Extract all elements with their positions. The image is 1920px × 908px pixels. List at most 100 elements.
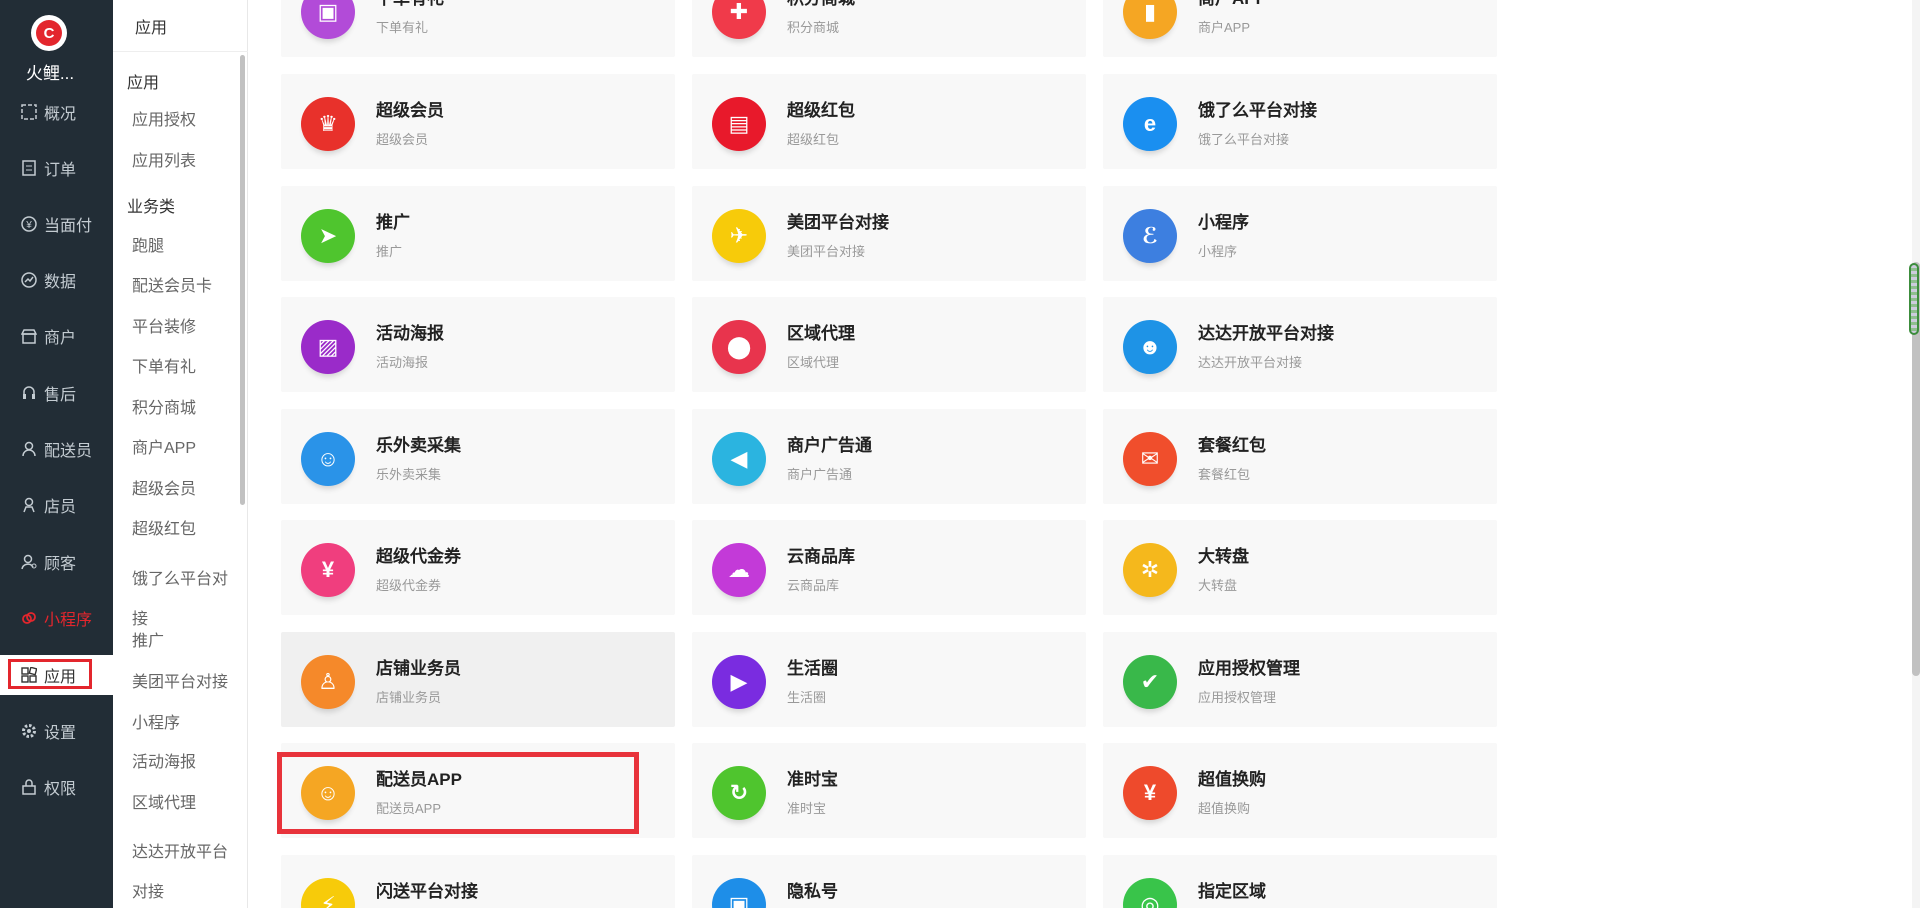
app-card[interactable]: ▤ 超级红包 超级红包: [692, 74, 1086, 169]
submenu-item[interactable]: 积分商城: [132, 398, 237, 420]
submenu-item[interactable]: 跑腿: [132, 236, 237, 258]
kangaroo-icon: ✈: [712, 209, 766, 263]
app-card[interactable]: ↻ 准时宝 准时宝: [692, 743, 1086, 838]
app-card[interactable]: ▣ 隐私号: [692, 855, 1086, 908]
app-card-title: 乐外卖采集: [376, 436, 461, 455]
submenu-item[interactable]: 小程序: [132, 713, 237, 735]
nav-item-apps[interactable]: 应用: [0, 655, 113, 695]
submenu-item[interactable]: 超级红包: [132, 519, 237, 541]
app-card[interactable]: ▨ 活动海报 活动海报: [281, 297, 675, 392]
app-card-desc: 小程序: [1198, 244, 1238, 259]
app-card[interactable]: ☻ 达达开放平台对接 达达开放平台对接: [1103, 297, 1497, 392]
submenu-item[interactable]: 推广: [132, 631, 237, 653]
nav-item-overview[interactable]: 概况: [0, 92, 113, 132]
app-card-title: 超级会员: [376, 101, 444, 120]
app-card-desc: 乐外卖采集: [376, 467, 442, 482]
nav-item-facepay[interactable]: ¥ 当面付: [0, 204, 113, 244]
app-card-desc: 下单有礼: [376, 20, 429, 35]
app-card-desc: 商户广告通: [787, 467, 853, 482]
poster-icon: ▨: [301, 320, 355, 374]
submenu-item[interactable]: 区域代理: [132, 793, 237, 815]
nav-item-permission[interactable]: 权限: [0, 767, 113, 807]
app-card-title: 区域代理: [787, 324, 855, 343]
submenu-item-auth[interactable]: 应用授权: [132, 110, 237, 132]
app-card-title: 套餐红包: [1198, 436, 1266, 455]
app-card[interactable]: ▮ 商户APP 商户APP: [1103, 0, 1497, 57]
app-card[interactable]: e 饿了么平台对接 饿了么平台对接: [1103, 74, 1497, 169]
app-card[interactable]: ◎ 指定区域: [1103, 855, 1497, 908]
app-card[interactable]: ▶ 生活圈 生活圈: [692, 632, 1086, 727]
app-card[interactable]: ☁ 云商品库 云商品库: [692, 520, 1086, 615]
secondary-menu: 应用 应用 应用授权 应用列表 业务类 跑腿 配送会员卡 平台装修 下单有礼 积…: [113, 0, 248, 908]
salesman-icon: ♙: [301, 655, 355, 709]
submenu-item[interactable]: 饿了么平台对接: [132, 560, 232, 640]
order-list-icon: [20, 159, 38, 177]
nav-item-orders[interactable]: 订单: [0, 148, 113, 188]
app-card[interactable]: ◀ 商户广告通 商户广告通: [692, 409, 1086, 504]
area-icon: ◎: [1123, 878, 1177, 908]
submenu-group-app: 应用: [127, 75, 160, 92]
exchange-icon: ¥: [1123, 766, 1177, 820]
app-card[interactable]: ⚡ 闪送平台对接: [281, 855, 675, 908]
app-card[interactable]: ✔ 应用授权管理 应用授权管理: [1103, 632, 1497, 727]
brand-name[interactable]: 火鲤...: [0, 59, 100, 84]
app-card-desc: 大转盘: [1198, 578, 1238, 593]
app-card-desc: 超级红包: [787, 132, 840, 147]
clerk-icon: [20, 496, 38, 514]
app-card-desc: 套餐红包: [1198, 467, 1251, 482]
paper-plane-icon: ➤: [301, 209, 355, 263]
submenu-scrollbar[interactable]: [240, 55, 245, 505]
app-card[interactable]: ⬤ 区域代理 区域代理: [692, 297, 1086, 392]
app-card[interactable]: ✈ 美团平台对接 美团平台对接: [692, 186, 1086, 281]
submenu-header: 应用: [113, 0, 248, 52]
submenu-item[interactable]: 活动海报: [132, 752, 237, 774]
app-card-title: 小程序: [1198, 213, 1249, 232]
app-card[interactable]: ✲ 大转盘 大转盘: [1103, 520, 1497, 615]
app-card-title: 达达开放平台对接: [1198, 324, 1334, 343]
app-card[interactable]: ¥ 超级代金券 超级代金券: [281, 520, 675, 615]
phone-icon: ▮: [1123, 0, 1177, 39]
submenu-item-list[interactable]: 应用列表: [132, 151, 237, 173]
shield-check-icon: ✔: [1123, 655, 1177, 709]
eleme-logo-icon: e: [1123, 97, 1177, 151]
app-card[interactable]: ➤ 推广 推广: [281, 186, 675, 281]
nav-item-customer[interactable]: 顾客: [0, 542, 113, 582]
submenu-item[interactable]: 配送会员卡: [132, 276, 237, 298]
annotation-highlight-box: [277, 752, 639, 834]
nav-item-miniprogram[interactable]: 小程序: [0, 598, 113, 638]
location-pin-icon: ⬤: [712, 320, 766, 374]
gift-icon: ✚: [712, 0, 766, 39]
submenu-item[interactable]: 平台装修: [132, 317, 237, 339]
submenu-item[interactable]: 下单有礼: [132, 357, 237, 379]
yen-circle-icon: ¥: [20, 215, 38, 233]
nav-item-settings[interactable]: 设置: [0, 711, 113, 751]
brand-logo[interactable]: C: [31, 15, 67, 51]
app-card[interactable]: ♛ 超级会员 超级会员: [281, 74, 675, 169]
coupon-icon: ¥: [301, 543, 355, 597]
submenu-group-business: 业务类: [127, 199, 176, 216]
nav-item-data[interactable]: 数据: [0, 260, 113, 300]
app-card-title: 店铺业务员: [376, 659, 461, 678]
submenu-item[interactable]: 美团平台对接: [132, 672, 237, 694]
app-card[interactable]: ✉ 套餐红包 套餐红包: [1103, 409, 1497, 504]
submenu-item[interactable]: 超级会员: [132, 479, 237, 501]
nav-item-courier[interactable]: 配送员: [0, 429, 113, 469]
app-card-title: 商户APP: [1198, 0, 1267, 9]
submenu-item[interactable]: 商户APP: [132, 438, 237, 460]
nav-item-merchant[interactable]: 商户: [0, 316, 113, 356]
app-card[interactable]: ¥ 超值换购 超值换购: [1103, 743, 1497, 838]
cloud-icon: ☁: [712, 543, 766, 597]
chart-circle-icon: [20, 271, 38, 289]
app-card[interactable]: ▣下单有礼下单有礼: [281, 0, 675, 57]
nav-item-aftersale[interactable]: 售后: [0, 373, 113, 413]
app-card[interactable]: ☺ 乐外卖采集 乐外卖采集: [281, 409, 675, 504]
submenu-item[interactable]: 达达开放平台对接: [132, 833, 232, 908]
dashboard-icon: [20, 103, 38, 121]
app-card[interactable]: ℰ 小程序 小程序: [1103, 186, 1497, 281]
app-card-title: 生活圈: [787, 659, 838, 678]
app-card-desc: 生活圈: [787, 690, 827, 705]
app-card-title: 下单有礼: [376, 0, 444, 9]
nav-item-clerk[interactable]: 店员: [0, 485, 113, 525]
app-card[interactable]: ✚积分商城积分商城: [692, 0, 1086, 57]
app-card[interactable]: ♙ 店铺业务员 店铺业务员: [281, 632, 675, 727]
